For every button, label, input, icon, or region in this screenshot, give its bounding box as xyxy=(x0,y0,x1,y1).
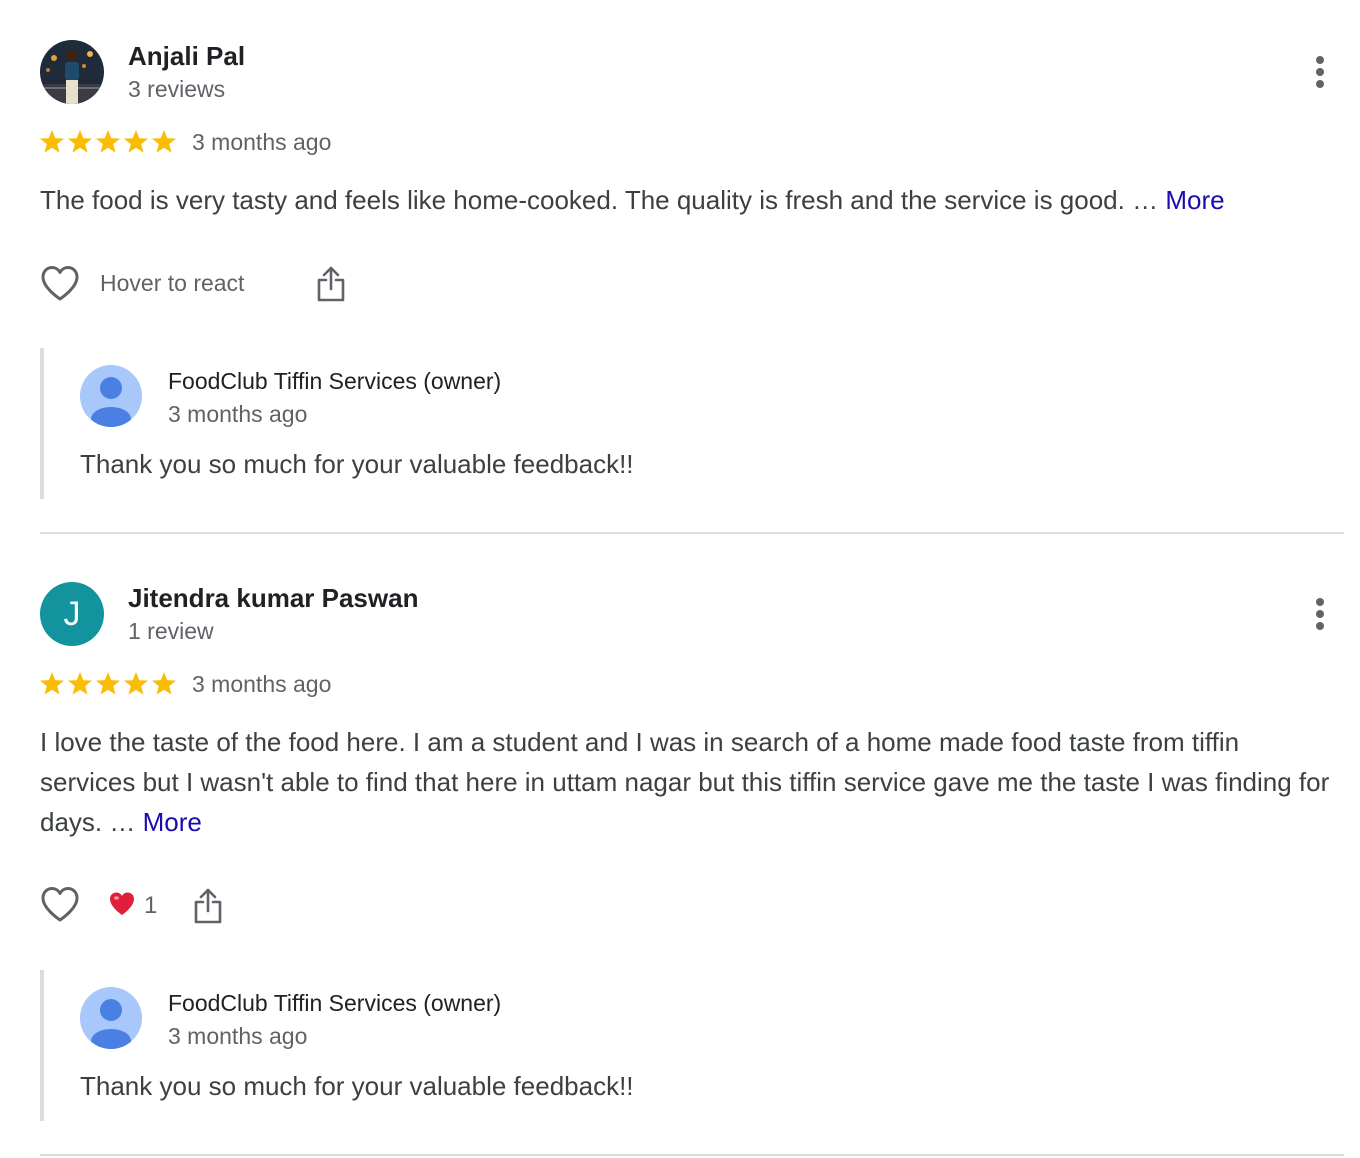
review-text: I love the taste of the food here. I am … xyxy=(40,722,1340,842)
star-rating xyxy=(38,128,178,156)
review-time: 3 months ago xyxy=(192,129,332,155)
owner-reply-text: Thank you so much for your valuable feed… xyxy=(80,449,634,479)
avatar[interactable]: J xyxy=(40,582,104,646)
person-icon xyxy=(80,365,142,427)
owner-name: FoodClub Tiffin Services (owner) xyxy=(168,990,502,1016)
star-icon xyxy=(152,672,176,695)
owner-reply: FoodClub Tiffin Services (owner) 3 month… xyxy=(40,348,744,499)
person-icon xyxy=(80,987,142,1049)
reviewer-review-count: 1 review xyxy=(128,618,214,644)
star-icon xyxy=(40,130,64,153)
star-icon xyxy=(68,130,92,153)
star-icon xyxy=(68,672,92,695)
review-text: The food is very tasty and feels like ho… xyxy=(40,180,1340,220)
owner-reply-time: 3 months ago xyxy=(168,1023,308,1049)
reviewer-name[interactable]: Jitendra kumar Paswan xyxy=(128,583,418,614)
more-link[interactable]: More xyxy=(1165,185,1224,215)
star-icon xyxy=(124,672,148,695)
star-icon xyxy=(40,672,64,695)
review-divider xyxy=(40,1154,1344,1156)
review-text-body: I love the taste of the food here. I am … xyxy=(40,727,1330,837)
review-text-body: The food is very tasty and feels like ho… xyxy=(40,185,1159,215)
avatar[interactable] xyxy=(40,40,104,104)
reviewer-review-count: 3 reviews xyxy=(128,76,226,102)
review-divider xyxy=(40,532,1344,534)
star-icon xyxy=(124,130,148,153)
more-vert-icon[interactable] xyxy=(1306,52,1334,92)
review-time: 3 months ago xyxy=(192,671,332,697)
owner-name: FoodClub Tiffin Services (owner) xyxy=(168,368,502,394)
red-heart-emoji-icon[interactable] xyxy=(108,891,136,917)
star-icon xyxy=(152,130,176,153)
reaction-count: 1 xyxy=(144,892,158,919)
hover-to-react-label: Hover to react xyxy=(100,270,245,296)
more-vert-icon[interactable] xyxy=(1306,594,1334,634)
owner-reply: FoodClub Tiffin Services (owner) 3 month… xyxy=(40,970,744,1121)
share-icon[interactable] xyxy=(316,266,346,302)
star-rating xyxy=(38,670,178,698)
owner-reply-text: Thank you so much for your valuable feed… xyxy=(80,1071,634,1101)
star-icon xyxy=(96,672,120,695)
share-icon[interactable] xyxy=(193,888,223,924)
owner-reply-time: 3 months ago xyxy=(168,401,308,427)
more-link[interactable]: More xyxy=(143,807,202,837)
heart-outline-icon[interactable] xyxy=(40,265,80,303)
heart-outline-icon[interactable] xyxy=(40,886,80,924)
star-icon xyxy=(96,130,120,153)
reviewer-name[interactable]: Anjali Pal xyxy=(128,41,245,72)
